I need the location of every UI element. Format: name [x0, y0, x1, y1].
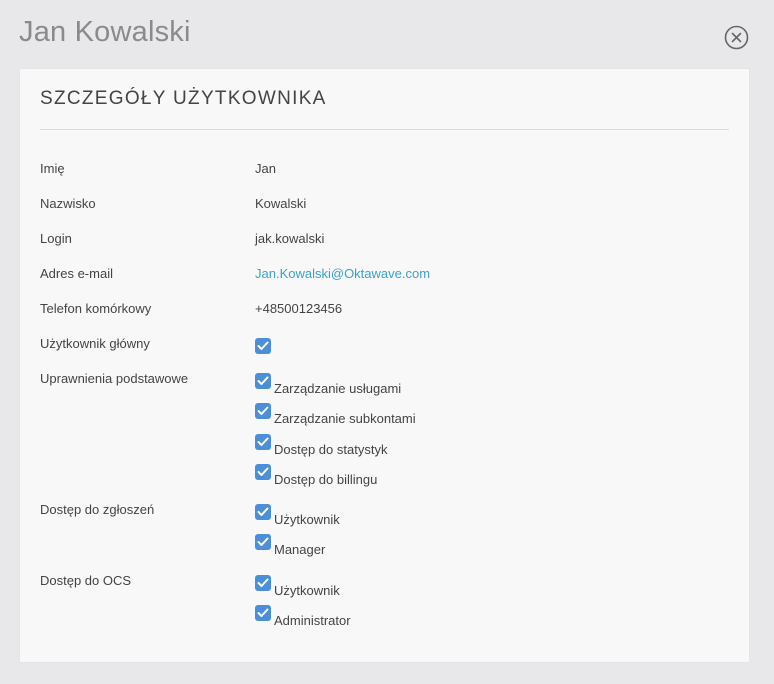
main-user-checkbox[interactable] [255, 338, 271, 354]
ticket-access-checkbox[interactable] [255, 504, 271, 520]
check-icon [257, 376, 269, 385]
phone-value: +48500123456 [255, 301, 343, 316]
phone-label: Telefon komórkowy [40, 301, 152, 316]
permission-label: Dostęp do billingu [274, 472, 378, 487]
divider [40, 129, 729, 130]
login-label: Login [40, 231, 72, 246]
last-name-label: Nazwisko [40, 196, 96, 211]
ticket-access-item-label: Manager [274, 542, 326, 557]
check-icon [257, 467, 269, 476]
permission-item-billing[interactable]: Dostęp do billingu [255, 464, 377, 486]
ocs-access-checkbox[interactable] [255, 575, 271, 591]
main-user-checkbox-row[interactable] [255, 338, 271, 356]
check-icon [257, 507, 269, 516]
ocs-access-item-user[interactable]: Użytkownik [255, 575, 340, 597]
permission-checkbox[interactable] [255, 373, 271, 389]
email-link[interactable]: Jan.Kowalski@Oktawave.com [255, 266, 430, 281]
close-button[interactable] [724, 25, 749, 50]
user-details-card: SZCZEGÓŁY UŻYTKOWNIKA Imię Jan Nazwisko … [20, 69, 749, 662]
ocs-access-item-label: Użytkownik [274, 583, 340, 598]
ticket-access-item-user[interactable]: Użytkownik [255, 504, 340, 526]
permission-item-subaccounts[interactable]: Zarządzanie subkontami [255, 403, 416, 425]
check-icon [257, 341, 269, 350]
permission-item-services[interactable]: Zarządzanie usługami [255, 373, 401, 395]
email-label: Adres e-mail [40, 266, 113, 281]
last-name-value: Kowalski [255, 196, 307, 211]
permission-checkbox[interactable] [255, 434, 271, 450]
permission-item-statistics[interactable]: Dostęp do statystyk [255, 434, 387, 456]
basic-permissions-label: Uprawnienia podstawowe [40, 371, 189, 386]
ocs-access-item-label: Administrator [274, 613, 351, 628]
check-icon [257, 537, 269, 546]
permission-checkbox[interactable] [255, 464, 271, 480]
ocs-access-item-admin[interactable]: Administrator [255, 605, 351, 627]
permission-label: Zarządzanie subkontami [274, 411, 416, 426]
check-icon [257, 608, 269, 617]
dialog-header: Jan Kowalski [0, 0, 774, 69]
section-title: SZCZEGÓŁY UŻYTKOWNIKA [40, 88, 327, 109]
main-user-label: Użytkownik główny [40, 336, 150, 351]
check-icon [257, 437, 269, 446]
ticket-access-checkbox[interactable] [255, 534, 271, 550]
close-circle-icon [724, 25, 749, 50]
first-name-label: Imię [40, 161, 65, 176]
login-value: jak.kowalski [255, 231, 325, 246]
check-icon [257, 406, 269, 415]
permission-checkbox[interactable] [255, 403, 271, 419]
first-name-value: Jan [255, 161, 276, 176]
ticket-access-item-label: Użytkownik [274, 512, 340, 527]
permission-label: Dostęp do statystyk [274, 442, 388, 457]
ocs-access-checkbox[interactable] [255, 605, 271, 621]
check-icon [257, 578, 269, 587]
ticket-access-label: Dostęp do zgłoszeń [40, 502, 155, 517]
permission-label: Zarządzanie usługami [274, 381, 402, 396]
ocs-access-label: Dostęp do OCS [40, 573, 132, 588]
ticket-access-item-manager[interactable]: Manager [255, 534, 325, 556]
page-title: Jan Kowalski [19, 16, 191, 48]
